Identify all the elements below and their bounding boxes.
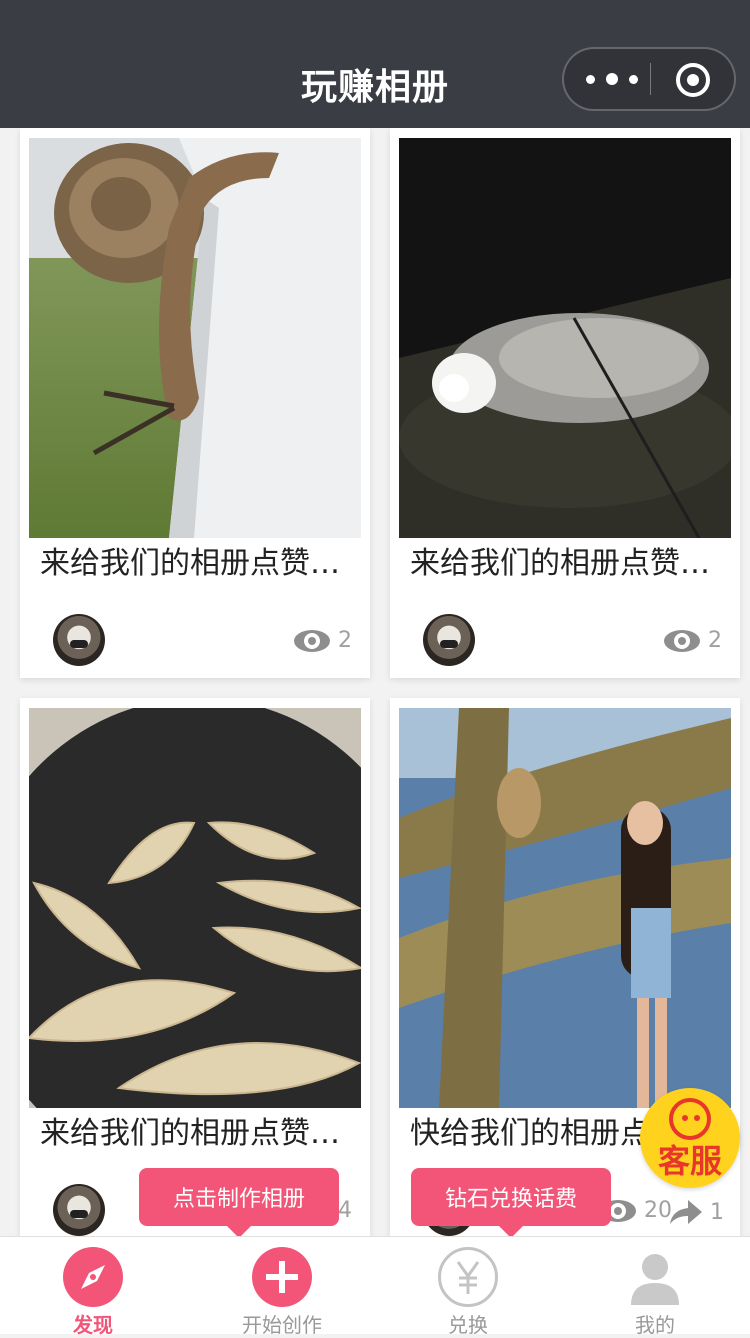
customer-service-button[interactable]: 客服 bbox=[640, 1088, 740, 1188]
share-count[interactable]: 1 bbox=[668, 1198, 724, 1226]
view-count: 2 bbox=[294, 628, 352, 653]
close-icon[interactable] bbox=[676, 63, 710, 97]
album-cover-snail[interactable] bbox=[29, 138, 361, 538]
make-album-tooltip[interactable]: 点击制作相册 bbox=[139, 1168, 339, 1238]
avatar[interactable] bbox=[53, 614, 105, 666]
album-title[interactable]: 来给我们的相册点赞… bbox=[40, 538, 360, 582]
headset-icon bbox=[669, 1098, 711, 1140]
yuan-icon bbox=[438, 1247, 498, 1307]
view-count: 2 bbox=[664, 628, 722, 653]
album-card[interactable]: 来给我们的相册点赞… 4 bbox=[20, 698, 370, 1236]
more-icon[interactable] bbox=[586, 67, 638, 91]
eye-icon bbox=[294, 629, 330, 652]
plus-icon bbox=[252, 1247, 312, 1307]
album-card[interactable]: 来给我们的相册点赞… 2 bbox=[390, 128, 740, 678]
avatar[interactable] bbox=[423, 614, 475, 666]
album-title[interactable]: 快给我们的相册点 bbox=[410, 1108, 660, 1152]
eye-icon bbox=[664, 629, 700, 652]
album-cover-mural[interactable] bbox=[399, 708, 731, 1108]
album-cover-dumplings[interactable] bbox=[29, 708, 361, 1108]
tab-discover[interactable]: 发现 bbox=[33, 1237, 153, 1337]
miniprogram-capsule bbox=[562, 47, 736, 111]
capsule-divider bbox=[650, 63, 651, 95]
share-icon[interactable] bbox=[668, 1198, 704, 1226]
avatar[interactable] bbox=[53, 1184, 105, 1236]
tab-bar: 发现 开始创作 兑换 我的 bbox=[0, 1236, 750, 1337]
album-feed[interactable]: 来给我们的相册点赞… 2 来给我们的相册点赞… 2 来给我们的相册点赞… 4 快… bbox=[0, 128, 750, 1236]
album-title[interactable]: 来给我们的相册点赞… bbox=[410, 538, 730, 582]
album-card[interactable]: 来给我们的相册点赞… 2 bbox=[20, 128, 370, 678]
album-cover-dog[interactable] bbox=[399, 138, 731, 538]
tab-mine[interactable]: 我的 bbox=[595, 1237, 715, 1337]
navigation-bar: 玩赚相册 bbox=[0, 0, 750, 128]
compass-icon bbox=[63, 1247, 123, 1307]
diamond-exchange-tooltip[interactable]: 钻石兑换话费 bbox=[411, 1168, 611, 1238]
album-title[interactable]: 来给我们的相册点赞… bbox=[40, 1108, 360, 1152]
tab-exchange[interactable]: 兑换 bbox=[408, 1237, 528, 1337]
user-icon bbox=[625, 1247, 685, 1307]
tab-start-creating[interactable]: 开始创作 bbox=[222, 1237, 342, 1337]
